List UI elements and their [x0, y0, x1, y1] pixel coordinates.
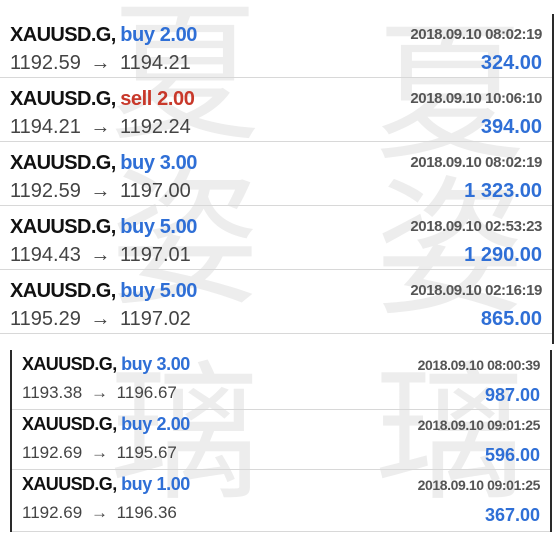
trade-row[interactable]: XAUUSD.G, buy 3.00 2018.09.10 08:00:39 1… — [12, 350, 550, 410]
right-arrow-icon: → — [90, 443, 108, 462]
right-arrow-icon: → — [90, 503, 108, 522]
close-price: 1197.02 — [119, 308, 191, 330]
trade-details: 1193.38 → 1196.67 987.00 — [22, 383, 540, 405]
trade-header: XAUUSD.G, buy 3.00 2018.09.10 08:02:19 — [10, 152, 542, 175]
lot-size-label: 3.00 — [156, 354, 190, 374]
profit-value: 987.00 — [484, 385, 540, 405]
trade-header: XAUUSD.G, sell 2.00 2018.09.10 10:06:10 — [10, 88, 542, 111]
open-price: 1194.21 — [10, 116, 81, 138]
trade-header: XAUUSD.G, buy 2.00 2018.09.10 09:01:25 — [22, 414, 540, 435]
trade-type-label: buy — [120, 216, 160, 238]
profit-value: 1 290.00 — [464, 244, 542, 266]
trade-timestamp: 2018.09.10 02:16:19 — [410, 282, 542, 299]
close-price: 1197.00 — [119, 180, 191, 202]
close-price: 1194.21 — [119, 52, 191, 74]
profit-value: 324.00 — [480, 52, 542, 74]
lot-size-label: 1.00 — [156, 474, 190, 494]
trade-history-panel-top: XAUUSD.G, buy 2.00 2018.09.10 08:02:19 1… — [0, 14, 554, 344]
trade-header: XAUUSD.G, buy 3.00 2018.09.10 08:00:39 — [22, 354, 540, 375]
trade-row[interactable]: XAUUSD.G, buy 2.00 2018.09.10 08:02:19 1… — [0, 14, 552, 78]
lot-size-label: 2.00 — [159, 24, 198, 46]
trade-row[interactable]: XAUUSD.G, buy 2.00 2018.09.10 09:01:25 1… — [12, 410, 550, 470]
price-range: 1192.69 → 1196.36 — [22, 503, 177, 522]
trade-details: 1192.69 → 1195.67 596.00 — [22, 443, 540, 465]
right-arrow-icon: → — [90, 52, 111, 74]
trade-type-label: buy — [121, 414, 157, 434]
trade-row[interactable]: XAUUSD.G, buy 1.00 2018.09.10 09:01:25 1… — [12, 470, 550, 532]
trade-row[interactable]: XAUUSD.G, buy 5.00 2018.09.10 02:16:19 1… — [0, 270, 552, 334]
symbol-label: XAUUSD.G, — [10, 88, 116, 110]
profit-value: 1 323.00 — [464, 180, 542, 202]
profit-value: 865.00 — [480, 308, 542, 330]
open-price: 1192.69 — [22, 443, 83, 462]
trade-details: 1194.21 → 1192.24 394.00 — [10, 116, 542, 139]
lot-size-label: 2.00 — [156, 414, 190, 434]
price-range: 1192.59 → 1197.00 — [10, 180, 191, 202]
trade-history-panel-bottom: XAUUSD.G, buy 3.00 2018.09.10 08:00:39 1… — [10, 350, 552, 532]
trade-timestamp: 2018.09.10 10:06:10 — [410, 90, 542, 107]
open-price: 1192.69 — [22, 503, 83, 522]
price-range: 1192.59 → 1194.21 — [10, 52, 191, 74]
open-price: 1192.59 — [10, 52, 81, 74]
profit-value: 367.00 — [484, 505, 540, 525]
open-price: 1195.29 — [10, 308, 81, 330]
trade-row[interactable]: XAUUSD.G, buy 5.00 2018.09.10 02:53:23 1… — [0, 206, 552, 270]
trade-timestamp: 2018.09.10 02:53:23 — [410, 218, 542, 235]
symbol-label: XAUUSD.G, — [22, 474, 117, 494]
trade-details: 1194.43 → 1197.01 1 290.00 — [10, 244, 542, 267]
trade-type-label: buy — [120, 24, 160, 46]
price-range: 1193.38 → 1196.67 — [22, 383, 177, 402]
price-range: 1194.43 → 1197.01 — [10, 244, 191, 266]
symbol-label: XAUUSD.G, — [10, 24, 116, 46]
right-arrow-icon: → — [90, 244, 111, 266]
symbol-label: XAUUSD.G, — [22, 354, 117, 374]
trade-header: XAUUSD.G, buy 1.00 2018.09.10 09:01:25 — [22, 474, 540, 495]
right-arrow-icon: → — [90, 308, 111, 330]
right-arrow-icon: → — [90, 116, 111, 138]
trade-header: XAUUSD.G, buy 2.00 2018.09.10 08:02:19 — [10, 24, 542, 47]
open-price: 1193.38 — [22, 383, 83, 402]
trade-type-label: buy — [121, 474, 157, 494]
open-price: 1194.43 — [10, 244, 81, 266]
trade-type-label: sell — [120, 88, 158, 110]
trade-timestamp: 2018.09.10 09:01:25 — [417, 417, 541, 433]
trade-timestamp: 2018.09.10 08:00:39 — [417, 357, 541, 373]
trade-row[interactable]: XAUUSD.G, sell 2.00 2018.09.10 10:06:10 … — [0, 78, 552, 142]
close-price: 1195.67 — [116, 443, 177, 462]
symbol-label: XAUUSD.G, — [10, 152, 116, 174]
profit-value: 596.00 — [484, 445, 540, 465]
trade-details: 1195.29 → 1197.02 865.00 — [10, 308, 542, 331]
right-arrow-icon: → — [90, 383, 108, 402]
symbol-label: XAUUSD.G, — [10, 280, 116, 302]
trade-details: 1192.59 → 1194.21 324.00 — [10, 52, 542, 75]
trade-type-label: buy — [120, 280, 160, 302]
trade-details: 1192.69 → 1196.36 367.00 — [22, 503, 540, 525]
trade-type-label: buy — [120, 152, 160, 174]
lot-size-label: 5.00 — [159, 216, 198, 238]
trade-details: 1192.59 → 1197.00 1 323.00 — [10, 180, 542, 203]
close-price: 1196.67 — [116, 383, 177, 402]
trade-header: XAUUSD.G, buy 5.00 2018.09.10 02:53:23 — [10, 216, 542, 239]
trade-timestamp: 2018.09.10 08:02:19 — [410, 154, 542, 171]
lot-size-label: 2.00 — [157, 88, 195, 110]
profit-value: 394.00 — [480, 116, 542, 138]
lot-size-label: 5.00 — [159, 280, 198, 302]
close-price: 1192.24 — [119, 116, 191, 138]
lot-size-label: 3.00 — [159, 152, 198, 174]
symbol-label: XAUUSD.G, — [22, 414, 117, 434]
trade-type-label: buy — [121, 354, 157, 374]
trade-timestamp: 2018.09.10 08:02:19 — [410, 26, 542, 43]
price-range: 1195.29 → 1197.02 — [10, 308, 191, 330]
trade-header: XAUUSD.G, buy 5.00 2018.09.10 02:16:19 — [10, 280, 542, 303]
trade-row[interactable]: XAUUSD.G, buy 3.00 2018.09.10 08:02:19 1… — [0, 142, 552, 206]
open-price: 1192.59 — [10, 180, 81, 202]
right-arrow-icon: → — [90, 180, 111, 202]
close-price: 1196.36 — [116, 503, 177, 522]
trade-timestamp: 2018.09.10 09:01:25 — [417, 477, 541, 493]
close-price: 1197.01 — [119, 244, 191, 266]
symbol-label: XAUUSD.G, — [10, 216, 116, 238]
price-range: 1194.21 → 1192.24 — [10, 116, 191, 138]
price-range: 1192.69 → 1195.67 — [22, 443, 177, 462]
